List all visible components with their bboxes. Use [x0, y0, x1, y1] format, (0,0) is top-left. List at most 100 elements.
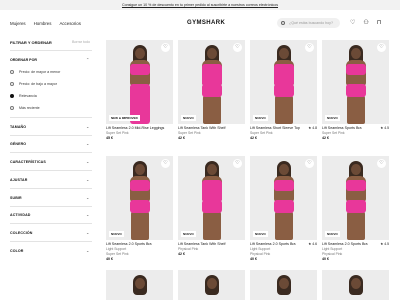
product-image[interactable]: ♡ NUEVO	[106, 156, 173, 240]
chevron-down-icon[interactable]: ⌄	[86, 177, 89, 182]
product-image[interactable]: ♡ NUEVO	[250, 40, 317, 124]
product-name[interactable]: ★ 4.5 Lift Seamless 2.0 Sports Bra	[322, 242, 389, 246]
product-meta: ★ 4.6 Lift Seamless 2.0 Sports Bra Light S…	[250, 240, 317, 261]
product-rating: ★ 4.8	[308, 126, 317, 130]
product-image[interactable]: ♡ NUEVO	[178, 156, 245, 240]
product-image[interactable]: ♡ NUEVO	[178, 40, 245, 124]
product-card[interactable]	[178, 270, 245, 300]
chevron-down-icon[interactable]: ⌄	[86, 230, 89, 235]
product-name[interactable]: ★ 4.6 Lift Seamless 2.0 Sports Bra	[250, 242, 317, 246]
product-card[interactable]	[250, 270, 317, 300]
product-name[interactable]: Lift Seamless 2.0 Mid-Rise Leggings	[106, 126, 173, 130]
product-card[interactable]: ♡ NUEVO ★ 4.5 Lift Seamless Sports Bra Super…	[322, 40, 389, 140]
garment-top	[201, 64, 222, 86]
product-card[interactable]: ♡ NEW & IMPROVED Lift Seamless 2.0 Mid-Ris…	[106, 40, 173, 140]
garment-top	[129, 180, 150, 191]
filter-sidebar: FILTRAR Y ORDENAR Borrar todo ORDENAR PO…	[0, 36, 100, 300]
product-meta: ★ 4.5 Lift Seamless Sports Bra Super Set P…	[322, 124, 389, 140]
wishlist-heart-icon[interactable]: ♡	[233, 159, 242, 168]
product-card[interactable]: ♡ NUEVO Lift Seamless 2.0 Sports Bra Light …	[106, 156, 173, 261]
garment-shorts	[201, 84, 222, 97]
sort-option-label: Precio: de mayor a menor	[19, 70, 61, 74]
chevron-down-icon[interactable]: ⌄	[86, 248, 89, 253]
user-icon[interactable]: ⚇	[363, 19, 368, 27]
model-head	[134, 48, 145, 59]
product-card[interactable]: ♡ NUEVO ★ 4.8 Lift Seamless Short Sleeve To…	[250, 40, 317, 140]
sort-option[interactable]: Relevancia	[10, 94, 37, 98]
nav-item-accesorios[interactable]: Accesorios	[59, 21, 80, 26]
product-image[interactable]	[250, 270, 317, 300]
model-head	[206, 164, 217, 175]
sort-option[interactable]: Precio: de mayor a menor	[10, 70, 60, 74]
filter-section-activity[interactable]: ACTIVIDAD	[10, 213, 30, 217]
garment-top	[345, 180, 366, 191]
radio-button[interactable]	[10, 94, 14, 98]
wishlist-heart-icon[interactable]: ♡	[161, 159, 170, 168]
chevron-up-icon[interactable]: ⌃	[86, 57, 89, 62]
product-image[interactable]	[106, 270, 173, 300]
sort-option[interactable]: Precio: de bajo a mayor	[10, 82, 57, 86]
promo-text[interactable]: Consigue un 10 % de descuento en tu prim…	[122, 3, 278, 7]
nav-item-hombres[interactable]: Hombres	[34, 21, 52, 26]
bag-icon[interactable]: ⊓	[377, 19, 382, 27]
filter-section-features[interactable]: CARACTERÍSTICAS	[10, 160, 46, 164]
clear-all-link[interactable]: Borrar todo	[72, 40, 90, 44]
wishlist-heart-icon[interactable]: ♡	[233, 43, 242, 52]
product-meta: ★ 4.8 Lift Seamless Short Sleeve Top Super…	[250, 124, 317, 140]
product-color: Super Set Pink	[322, 131, 345, 135]
chevron-down-icon[interactable]: ⌄	[86, 141, 89, 146]
wishlist-heart-icon[interactable]: ♡	[161, 43, 170, 52]
product-name[interactable]: ★ 4.8 Lift Seamless Short Sleeve Top	[250, 126, 317, 130]
filter-section-size[interactable]: TAMAÑO	[10, 125, 26, 129]
sort-title[interactable]: ORDENAR POR	[10, 58, 37, 62]
sort-option[interactable]: Más reciente	[10, 106, 40, 110]
model-head	[350, 164, 361, 175]
product-card[interactable]: ♡ NUEVO ★ 4.6 Lift Seamless 2.0 Sports Bra L…	[250, 156, 317, 261]
product-color: Physical Pink	[250, 252, 271, 256]
wishlist-heart-icon[interactable]: ♡	[377, 159, 386, 168]
product-image[interactable]	[178, 270, 245, 300]
product-image[interactable]: ♡ NEW & IMPROVED	[106, 40, 173, 124]
product-card[interactable]	[322, 270, 389, 300]
sort-option-label: Más reciente	[19, 106, 40, 110]
search-input[interactable]: ¿Qué estás buscando hoy?	[277, 18, 340, 28]
product-card[interactable]: ♡ NUEVO Lift Seamless Tank With Shelf Physi…	[178, 156, 245, 256]
heart-icon[interactable]: ♡	[350, 19, 355, 27]
product-card[interactable]	[106, 270, 173, 300]
wishlist-heart-icon[interactable]: ♡	[305, 43, 314, 52]
chevron-down-icon[interactable]: ⌄	[86, 195, 89, 200]
filter-section-collection[interactable]: COLECCIÓN	[10, 231, 32, 235]
chevron-down-icon[interactable]: ⌄	[86, 212, 89, 217]
divider	[10, 117, 92, 118]
radio-button[interactable]	[10, 106, 14, 110]
product-name[interactable]: Lift Seamless 2.0 Sports Bra	[106, 242, 173, 246]
promo-banner[interactable]: Consigue un 10 % de descuento en tu prim…	[0, 0, 400, 10]
filter-section-color[interactable]: COLOR	[10, 249, 23, 253]
product-image[interactable]: ♡ NUEVO	[322, 40, 389, 124]
filter-section-fit[interactable]: AJUSTAR	[10, 178, 27, 182]
product-card[interactable]: ♡ NUEVO ★ 4.5 Lift Seamless 2.0 Sports Bra L…	[322, 156, 389, 261]
product-name[interactable]: ★ 4.5 Lift Seamless Sports Bra	[322, 126, 389, 130]
divider	[10, 50, 92, 51]
nav-item-mujeres[interactable]: Mujeres	[10, 21, 26, 26]
divider	[10, 188, 92, 189]
filter-section-gender[interactable]: GÉNERO	[10, 142, 26, 146]
chevron-down-icon[interactable]: ⌄	[86, 124, 89, 129]
model-head	[350, 278, 361, 289]
logo[interactable]: GYMSHARK	[187, 20, 225, 26]
radio-button[interactable]	[10, 82, 14, 86]
product-image[interactable]	[322, 270, 389, 300]
product-image[interactable]: ♡ NUEVO	[322, 156, 389, 240]
model-legs	[346, 96, 365, 124]
product-card[interactable]: ♡ NUEVO Lift Seamless Tank With Shelf Super…	[178, 40, 245, 140]
filter-section-lift[interactable]: SUBIR	[10, 196, 22, 200]
radio-button[interactable]	[10, 70, 14, 74]
chevron-down-icon[interactable]: ⌄	[86, 159, 89, 164]
product-image[interactable]: ♡ NUEVO	[250, 156, 317, 240]
product-badge: NUEVO	[181, 115, 196, 121]
wishlist-heart-icon[interactable]: ♡	[377, 43, 386, 52]
product-name[interactable]: Lift Seamless Tank With Shelf	[178, 126, 245, 130]
wishlist-heart-icon[interactable]: ♡	[305, 159, 314, 168]
garment-top	[273, 180, 294, 191]
product-name[interactable]: Lift Seamless Tank With Shelf	[178, 242, 245, 246]
